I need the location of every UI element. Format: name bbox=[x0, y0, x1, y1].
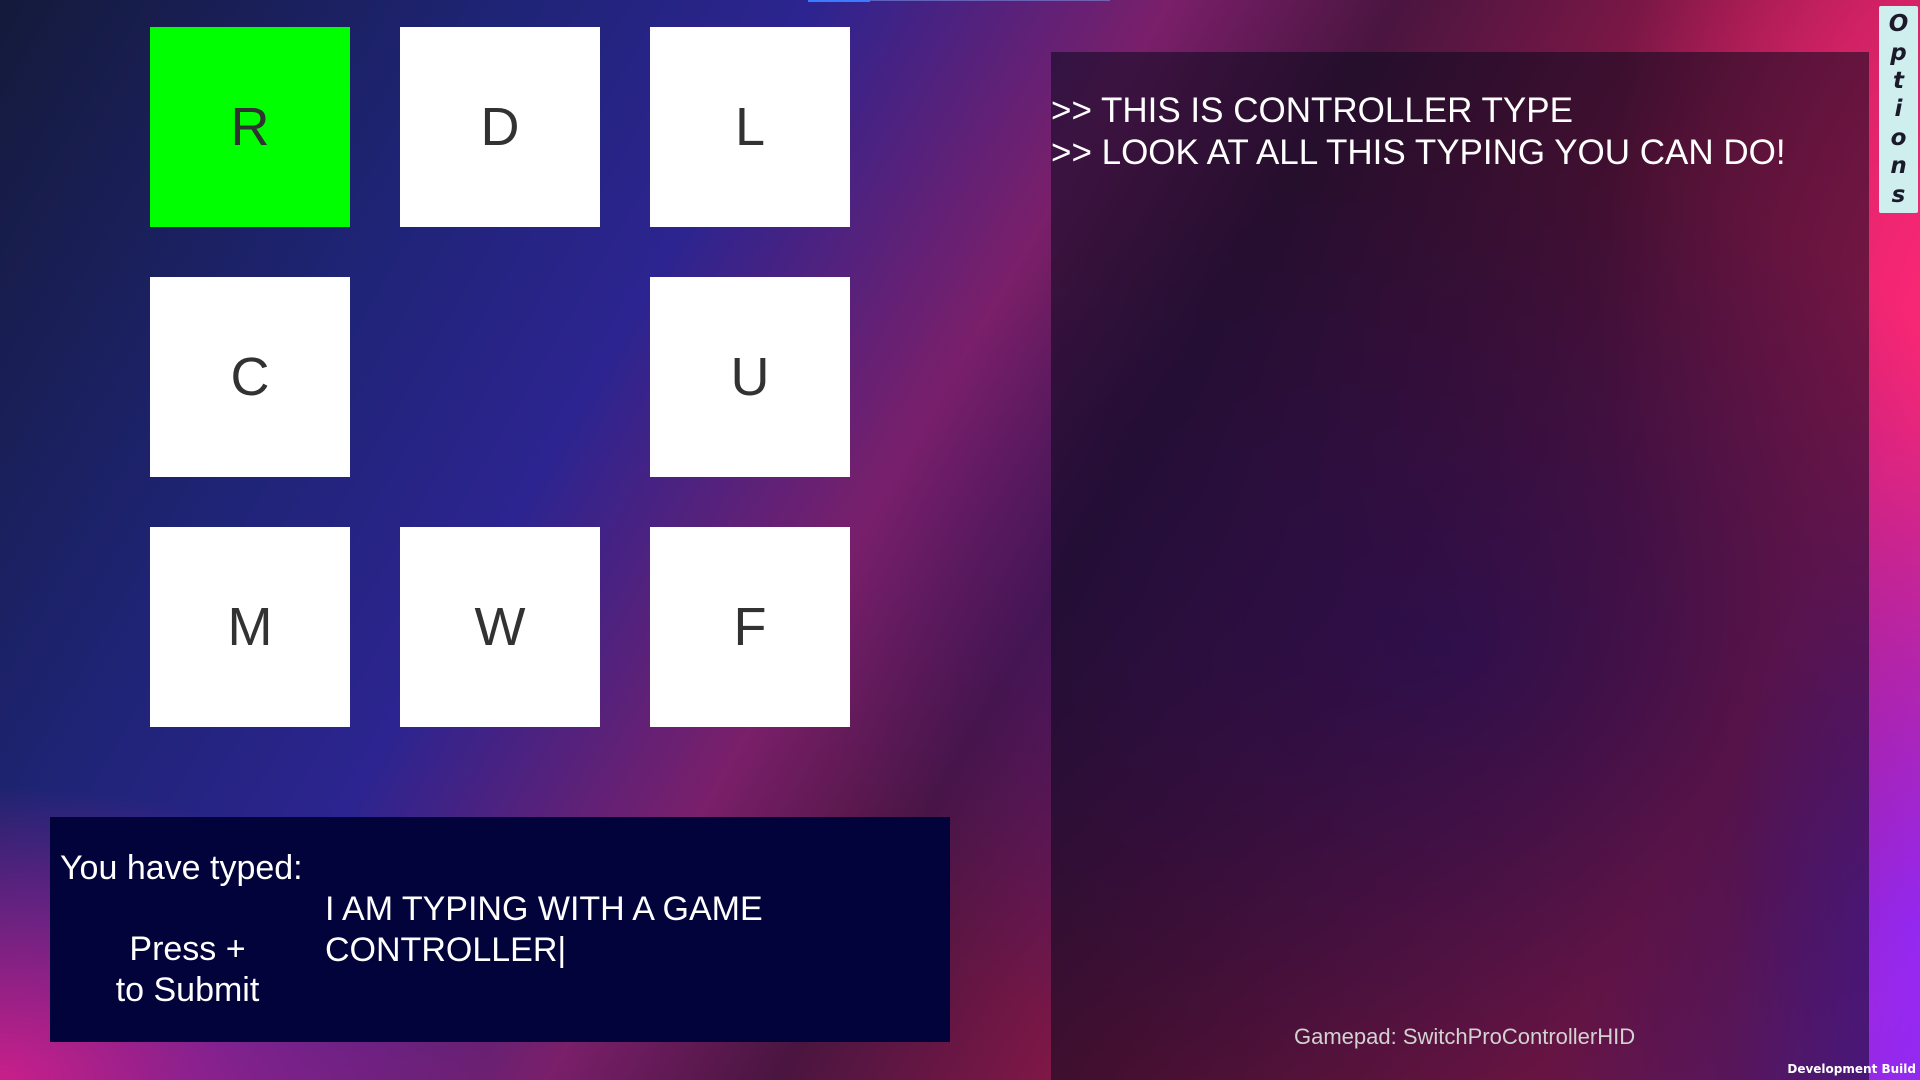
typed-text-field[interactable]: I AM TYPING WITH A GAME CONTROLLER| bbox=[325, 889, 885, 971]
options-letter: i bbox=[1894, 96, 1903, 123]
options-letter: O bbox=[1888, 11, 1909, 38]
top-accent-line bbox=[870, 0, 1110, 1]
log-line: >> LOOK AT ALL THIS TYPING YOU CAN DO! bbox=[1051, 133, 1786, 172]
options-letter: n bbox=[1890, 153, 1907, 180]
log-lines: >> THIS IS CONTROLLER TYPE >> LOOK AT AL… bbox=[1051, 90, 1786, 174]
letter-tile-middle-left[interactable]: C bbox=[150, 277, 350, 477]
options-letter: s bbox=[1891, 181, 1906, 208]
options-letter: o bbox=[1890, 124, 1907, 151]
development-build-label: Development Build bbox=[1787, 1062, 1916, 1076]
letter-tile-bottom-left[interactable]: M bbox=[150, 527, 350, 727]
options-button[interactable]: O p t i o n s bbox=[1879, 6, 1918, 213]
letter-tile-top-right[interactable]: L bbox=[650, 27, 850, 227]
letter-tile-bottom-right[interactable]: F bbox=[650, 527, 850, 727]
gamepad-status: Gamepad: SwitchProControllerHID bbox=[1294, 1024, 1636, 1049]
output-log-panel: >> THIS IS CONTROLLER TYPE >> LOOK AT AL… bbox=[1051, 52, 1869, 1080]
letter-tile-top-left[interactable]: R bbox=[150, 27, 350, 227]
letter-tile-bottom-center[interactable]: W bbox=[400, 527, 600, 727]
letter-tile-top-center[interactable]: D bbox=[400, 27, 600, 227]
top-accent-bar bbox=[808, 0, 870, 2]
typed-label: You have typed: bbox=[60, 849, 303, 887]
options-letter: p bbox=[1890, 39, 1907, 66]
typed-text-panel: You have typed: Press + to Submit I AM T… bbox=[50, 817, 950, 1042]
log-line: >> THIS IS CONTROLLER TYPE bbox=[1051, 91, 1573, 130]
options-letter: t bbox=[1893, 68, 1904, 95]
submit-hint: Press + to Submit bbox=[115, 930, 260, 1009]
letter-tile-middle-right[interactable]: U bbox=[650, 277, 850, 477]
